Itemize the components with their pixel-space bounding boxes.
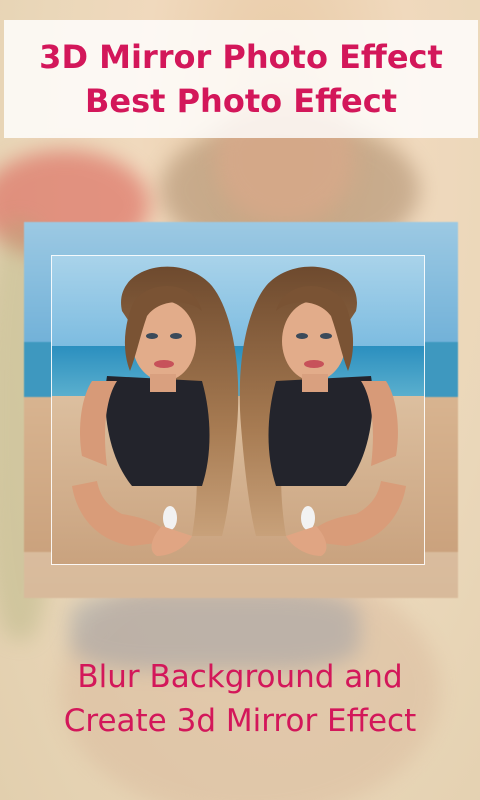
feature-caption: Blur Background and Create 3d Mirror Eff…: [0, 655, 480, 743]
mirror-effect-photo: [51, 255, 425, 565]
promo-screen: 3D Mirror Photo Effect Best Photo Effect: [0, 0, 480, 800]
caption-line-2: Create 3d Mirror Effect: [63, 703, 417, 739]
caption-line-1: Blur Background and: [77, 659, 403, 695]
title-line-2: Best Photo Effect: [85, 82, 397, 120]
title-line-1: 3D Mirror Photo Effect: [39, 38, 443, 76]
header-banner: 3D Mirror Photo Effect Best Photo Effect: [4, 20, 478, 138]
